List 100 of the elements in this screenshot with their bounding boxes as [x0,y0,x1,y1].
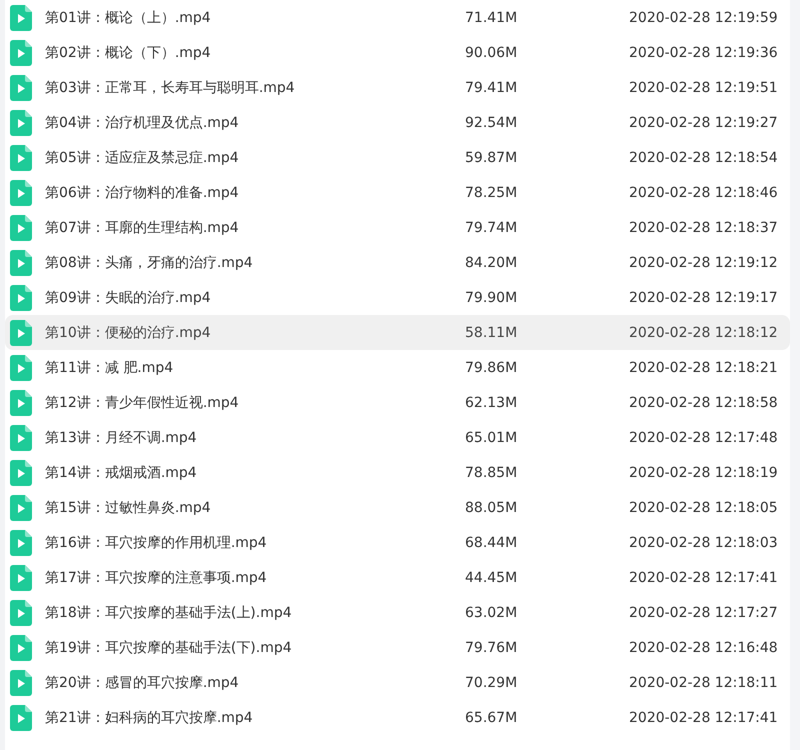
modified-date: 2020-02-28 12:17:41 [629,570,778,586]
file-name: 第18讲：耳穴按摩的基础手法(上).mp4 [45,604,293,622]
file-name: 第07讲：耳廓的生理结构.mp4 [45,218,240,236]
file-row[interactable]: 第02讲：概论（下）.mp4 90.06M 2020-02-28 12:19:36 [5,35,790,70]
file-row[interactable]: 第05讲：适应症及禁忌症.mp4 59.87M 2020-02-28 12:18:54 [5,140,790,175]
modified-date: 2020-02-28 12:18:12 [629,324,778,340]
file-name: 第21讲：妇科病的耳穴按摩.mp4 [45,708,254,726]
video-file-icon [10,180,32,206]
file-name: 第19讲：耳穴按摩的基础手法(下).mp4 [45,638,293,656]
file-name: 第01讲：概论（上）.mp4 [45,8,212,26]
video-file-icon [10,354,32,380]
file-name: 第15讲：过敏性鼻炎.mp4 [45,498,212,516]
video-file-icon [10,284,32,310]
file-row[interactable]: 第17讲：耳穴按摩的注意事项.mp4 44.45M 2020-02-28 12:17:41 [5,560,790,595]
video-file-icon [10,634,32,660]
modified-date: 2020-02-28 12:18:03 [629,534,778,550]
file-name: 第04讲：治疗机理及优点.mp4 [45,114,240,132]
file-size: 79.74M [465,220,518,236]
file-row[interactable]: 第19讲：耳穴按摩的基础手法(下).mp4 79.76M 2020-02-28 12:16:48 [5,630,790,665]
file-row[interactable]: 第01讲：概论（上）.mp4 71.41M 2020-02-28 12:19:59 [5,0,790,35]
file-size: 84.20M [465,254,518,270]
modified-date: 2020-02-28 12:18:37 [629,220,778,236]
file-row[interactable]: 第12讲：青少年假性近视.mp4 62.13M 2020-02-28 12:18:58 [5,385,790,420]
file-name: 第16讲：耳穴按摩的作用机理.mp4 [45,534,268,552]
modified-date: 2020-02-28 12:16:48 [629,640,778,656]
file-size: 44.45M [465,570,518,586]
video-file-icon [10,144,32,170]
file-row[interactable]: 第09讲：失眠的治疗.mp4 79.90M 2020-02-28 12:19:17 [5,280,790,315]
modified-date: 2020-02-28 12:17:41 [629,710,778,726]
video-file-icon [10,110,32,136]
file-size: 90.06M [465,44,518,60]
modified-date: 2020-02-28 12:19:27 [629,114,778,130]
file-name: 第05讲：适应症及禁忌症.mp4 [45,148,240,166]
file-row[interactable]: 第18讲：耳穴按摩的基础手法(上).mp4 63.02M 2020-02-28 12:17:27 [5,595,790,630]
modified-date: 2020-02-28 12:18:58 [629,394,778,410]
file-name: 第09讲：失眠的治疗.mp4 [45,288,212,306]
file-size: 58.11M [465,324,518,340]
file-name: 第11讲：减 肥.mp4 [45,358,174,376]
video-file-icon [10,74,32,100]
file-row[interactable]: 第20讲：感冒的耳穴按摩.mp4 70.29M 2020-02-28 12:18:11 [5,665,790,700]
modified-date: 2020-02-28 12:18:21 [629,360,778,376]
modified-date: 2020-02-28 12:19:36 [629,44,778,60]
file-name: 第06讲：治疗物料的准备.mp4 [45,184,240,202]
file-row[interactable]: 第13讲：月经不调.mp4 65.01M 2020-02-28 12:17:48 [5,420,790,455]
modified-date: 2020-02-28 12:18:54 [629,150,778,166]
file-size: 79.41M [465,80,518,96]
file-row[interactable]: 第06讲：治疗物料的准备.mp4 78.25M 2020-02-28 12:18:46 [5,175,790,210]
modified-date: 2020-02-28 12:18:11 [629,674,778,690]
file-row[interactable]: 第08讲：头痛，牙痛的治疗.mp4 84.20M 2020-02-28 12:19:12 [5,245,790,280]
modified-date: 2020-02-28 12:19:51 [629,80,778,96]
video-file-icon [10,704,32,730]
video-file-icon [10,460,32,486]
file-name: 第02讲：概论（下）.mp4 [45,44,212,62]
video-file-icon [10,424,32,450]
file-size: 92.54M [465,114,518,130]
file-name: 第20讲：感冒的耳穴按摩.mp4 [45,674,240,692]
video-file-icon [10,670,32,696]
file-size: 79.76M [465,640,518,656]
file-name: 第17讲：耳穴按摩的注意事项.mp4 [45,568,268,586]
file-name: 第12讲：青少年假性近视.mp4 [45,394,240,412]
file-name: 第13讲：月经不调.mp4 [45,428,198,446]
video-file-icon [10,494,32,520]
video-file-icon [10,4,32,30]
video-file-icon [10,40,32,66]
file-size: 79.86M [465,360,518,376]
modified-date: 2020-02-28 12:19:59 [629,10,778,26]
file-size: 78.85M [465,464,518,480]
video-file-icon [10,390,32,416]
modified-date: 2020-02-28 12:19:17 [629,290,778,306]
file-size: 88.05M [465,500,518,516]
file-name: 第10讲：便秘的治疗.mp4 [45,324,212,342]
file-row[interactable]: 第11讲：减 肥.mp4 79.86M 2020-02-28 12:18:21 [5,350,790,385]
file-row[interactable]: 第14讲：戒烟戒酒.mp4 78.85M 2020-02-28 12:18:19 [5,455,790,490]
file-size: 71.41M [465,10,518,26]
file-size: 63.02M [465,604,518,620]
modified-date: 2020-02-28 12:18:19 [629,464,778,480]
modified-date: 2020-02-28 12:17:27 [629,604,778,620]
video-file-icon [10,564,32,590]
file-size: 68.44M [465,534,518,550]
video-file-icon [10,320,32,346]
file-row[interactable]: 第16讲：耳穴按摩的作用机理.mp4 68.44M 2020-02-28 12:18:03 [5,525,790,560]
file-row[interactable]: 第15讲：过敏性鼻炎.mp4 88.05M 2020-02-28 12:18:05 [5,490,790,525]
file-name: 第03讲：正常耳，长寿耳与聪明耳.mp4 [45,78,296,96]
file-size: 65.01M [465,430,518,446]
file-size: 62.13M [465,394,518,410]
file-size: 59.87M [465,150,518,166]
modified-date: 2020-02-28 12:18:05 [629,500,778,516]
file-size: 70.29M [465,674,518,690]
modified-date: 2020-02-28 12:18:46 [629,184,778,200]
file-name: 第08讲：头痛，牙痛的治疗.mp4 [45,254,254,272]
modified-date: 2020-02-28 12:19:12 [629,254,778,270]
file-row[interactable]: 第21讲：妇科病的耳穴按摩.mp4 65.67M 2020-02-28 12:17:41 [5,700,790,735]
video-file-icon [10,530,32,556]
file-row[interactable]: 第04讲：治疗机理及优点.mp4 92.54M 2020-02-28 12:19:27 [5,105,790,140]
file-size: 78.25M [465,184,518,200]
file-row[interactable]: 第07讲：耳廓的生理结构.mp4 79.74M 2020-02-28 12:18:37 [5,210,790,245]
video-file-icon [10,214,32,240]
file-row[interactable]: 第10讲：便秘的治疗.mp4 58.11M 2020-02-28 12:18:12 [5,315,790,350]
video-file-icon [10,250,32,276]
file-row[interactable]: 第03讲：正常耳，长寿耳与聪明耳.mp4 79.41M 2020-02-28 12:19:51 [5,70,790,105]
